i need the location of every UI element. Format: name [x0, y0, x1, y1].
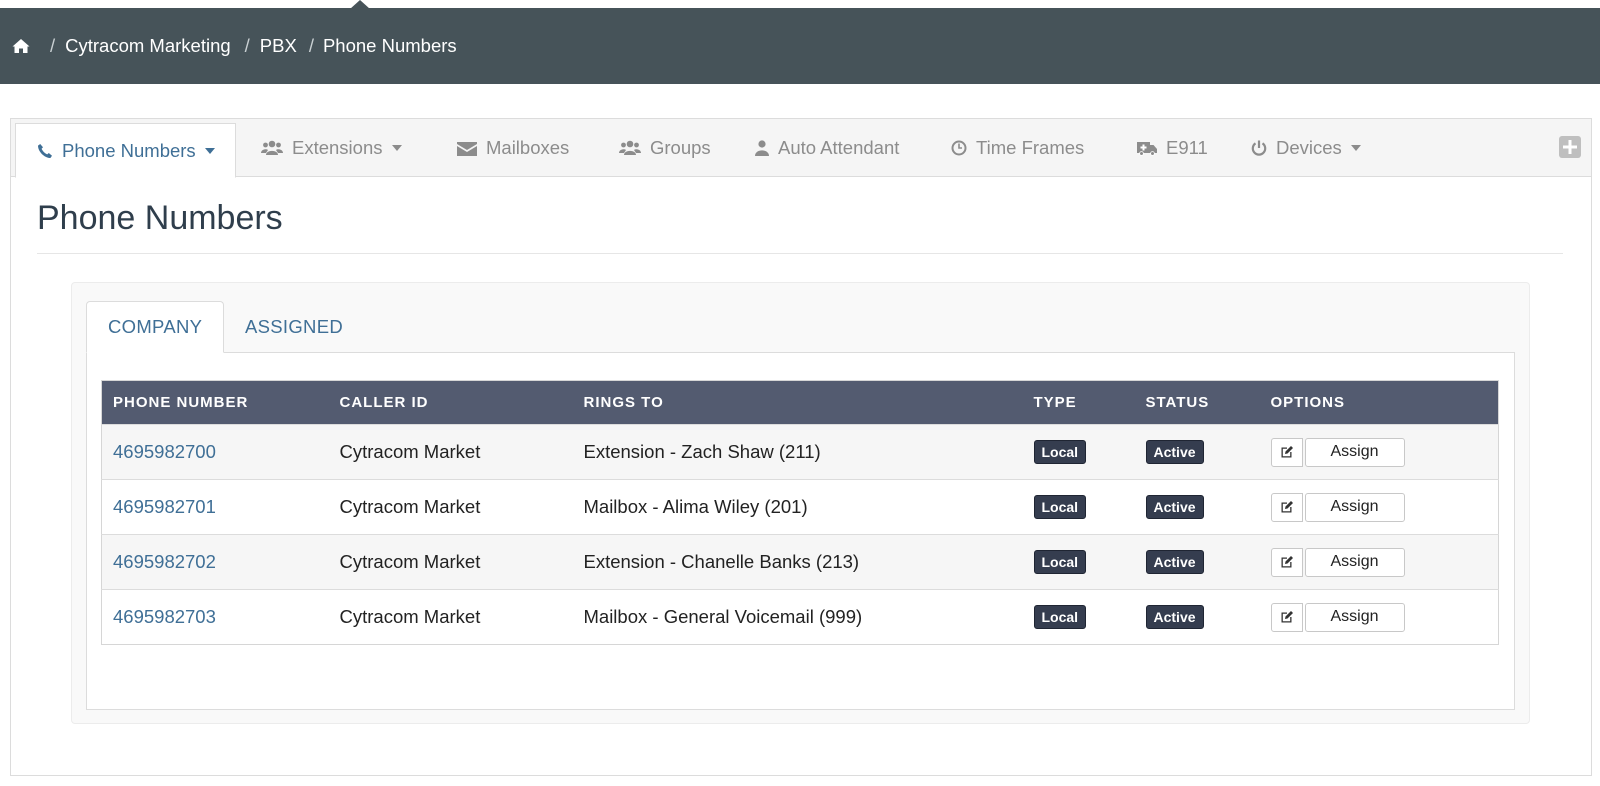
assign-button[interactable]: Assign — [1304, 602, 1405, 632]
tab-bar: Phone Numbers Extensions Mailboxes Group… — [11, 119, 1591, 178]
table-row: 4695982702 Cytracom Market Extension - C… — [101, 534, 1499, 590]
power-icon — [1251, 140, 1267, 156]
status-badge: Active — [1145, 550, 1204, 574]
breadcrumb-phone-numbers: Phone Numbers — [322, 35, 457, 56]
clock-icon — [951, 140, 967, 156]
tab-devices[interactable]: Devices — [1251, 119, 1361, 177]
edit-button[interactable] — [1270, 547, 1303, 577]
row-options: Assign — [1270, 437, 1488, 467]
user-icon — [755, 140, 769, 156]
column-header-type: TYPE — [1022, 380, 1135, 425]
column-header-options: OPTIONS — [1259, 380, 1499, 425]
column-header-caller-id: CALLER ID — [328, 380, 573, 425]
users-icon — [261, 140, 283, 155]
tab-label: E911 — [1166, 137, 1208, 158]
page-title: Phone Numbers — [37, 199, 283, 237]
tab-label: Mailboxes — [486, 137, 570, 158]
table-header-row: PHONE NUMBER CALLER ID RINGS TO TYPE STA… — [101, 380, 1499, 425]
edit-icon — [1281, 446, 1293, 458]
tab-phone-numbers[interactable]: Phone Numbers — [15, 123, 236, 178]
breadcrumb-separator: / — [50, 35, 56, 56]
row-options: Assign — [1270, 602, 1488, 632]
edit-icon — [1281, 556, 1293, 568]
table-row: 4695982700 Cytracom Market Extension - Z… — [101, 424, 1499, 480]
tab-label: Devices — [1276, 137, 1342, 158]
type-badge: Local — [1033, 495, 1087, 519]
phone-numbers-table: PHONE NUMBER CALLER ID RINGS TO TYPE STA… — [101, 380, 1499, 645]
edit-icon — [1281, 501, 1293, 513]
chevron-down-icon — [1350, 145, 1361, 151]
tab-auto-attendant[interactable]: Auto Attendant — [755, 119, 899, 177]
plus-square-icon[interactable] — [1559, 136, 1581, 158]
rings-to-cell: Extension - Zach Shaw (211) — [572, 424, 1023, 480]
breadcrumb-separator: / — [308, 35, 314, 56]
main-panel: Phone Numbers Extensions Mailboxes Group… — [10, 118, 1592, 776]
tab-label: Phone Numbers — [62, 139, 196, 161]
rings-to-cell: Mailbox - Alima Wiley (201) — [572, 479, 1023, 535]
column-header-status: STATUS — [1134, 380, 1260, 425]
subtab-company[interactable]: COMPANY — [86, 301, 225, 353]
type-badge: Local — [1033, 440, 1087, 464]
caller-id-cell: Cytracom Market — [328, 424, 573, 480]
numbers-well: COMPANY ASSIGNED PHONE NUMBER CALLER ID … — [71, 282, 1530, 724]
type-badge: Local — [1033, 550, 1087, 574]
tab-label: Time Frames — [976, 137, 1085, 158]
top-header: / Cytracom Marketing / PBX / Phone Numbe… — [0, 8, 1600, 84]
rings-to-cell: Extension - Chanelle Banks (213) — [572, 534, 1023, 590]
tab-mailboxes[interactable]: Mailboxes — [457, 119, 569, 177]
title-divider — [37, 253, 1563, 254]
subtab-panel: PHONE NUMBER CALLER ID RINGS TO TYPE STA… — [86, 352, 1515, 710]
caller-id-cell: Cytracom Market — [328, 534, 573, 590]
home-icon[interactable] — [12, 38, 30, 54]
tab-extensions[interactable]: Extensions — [261, 119, 402, 177]
chevron-down-icon — [204, 147, 215, 154]
ambulance-icon — [1137, 142, 1157, 156]
phone-icon — [38, 143, 52, 158]
status-badge: Active — [1145, 440, 1204, 464]
breadcrumb-separator: / — [244, 35, 250, 56]
chevron-down-icon — [391, 145, 402, 151]
table-row: 4695982701 Cytracom Market Mailbox - Ali… — [101, 479, 1499, 535]
breadcrumb-company[interactable]: Cytracom Marketing — [65, 35, 231, 57]
phone-number-link[interactable]: 4695982703 — [113, 606, 216, 627]
row-options: Assign — [1270, 547, 1488, 577]
envelope-icon — [457, 141, 477, 156]
users-icon — [619, 140, 641, 155]
breadcrumb: / Cytracom Marketing / PBX / Phone Numbe… — [12, 33, 457, 59]
edit-button[interactable] — [1270, 437, 1303, 467]
assign-button[interactable]: Assign — [1304, 547, 1405, 577]
edit-button[interactable] — [1270, 492, 1303, 522]
column-header-rings-to: RINGS TO — [572, 380, 1023, 425]
assign-button[interactable]: Assign — [1304, 492, 1405, 522]
tab-label: Extensions — [292, 137, 383, 158]
row-options: Assign — [1270, 492, 1488, 522]
status-badge: Active — [1145, 605, 1204, 629]
tab-label: Groups — [650, 137, 711, 158]
column-header-phone-number: PHONE NUMBER — [101, 380, 329, 425]
phone-number-link[interactable]: 4695982702 — [113, 551, 216, 572]
tab-e911[interactable]: E911 — [1137, 119, 1208, 177]
assign-button[interactable]: Assign — [1304, 437, 1405, 467]
status-badge: Active — [1145, 495, 1204, 519]
tab-time-frames[interactable]: Time Frames — [951, 119, 1084, 177]
tab-groups[interactable]: Groups — [619, 119, 711, 177]
phone-number-link[interactable]: 4695982701 — [113, 496, 216, 517]
rings-to-cell: Mailbox - General Voicemail (999) — [572, 589, 1023, 645]
phone-number-link[interactable]: 4695982700 — [113, 441, 216, 462]
table-row: 4695982703 Cytracom Market Mailbox - Gen… — [101, 589, 1499, 645]
caller-id-cell: Cytracom Market — [328, 589, 573, 645]
subtab-assigned[interactable]: ASSIGNED — [245, 301, 343, 353]
breadcrumb-pbx[interactable]: PBX — [260, 35, 297, 57]
caller-id-cell: Cytracom Market — [328, 479, 573, 535]
type-badge: Local — [1033, 605, 1087, 629]
edit-icon — [1281, 611, 1293, 623]
tab-label: Auto Attendant — [778, 137, 900, 158]
edit-button[interactable] — [1270, 602, 1303, 632]
